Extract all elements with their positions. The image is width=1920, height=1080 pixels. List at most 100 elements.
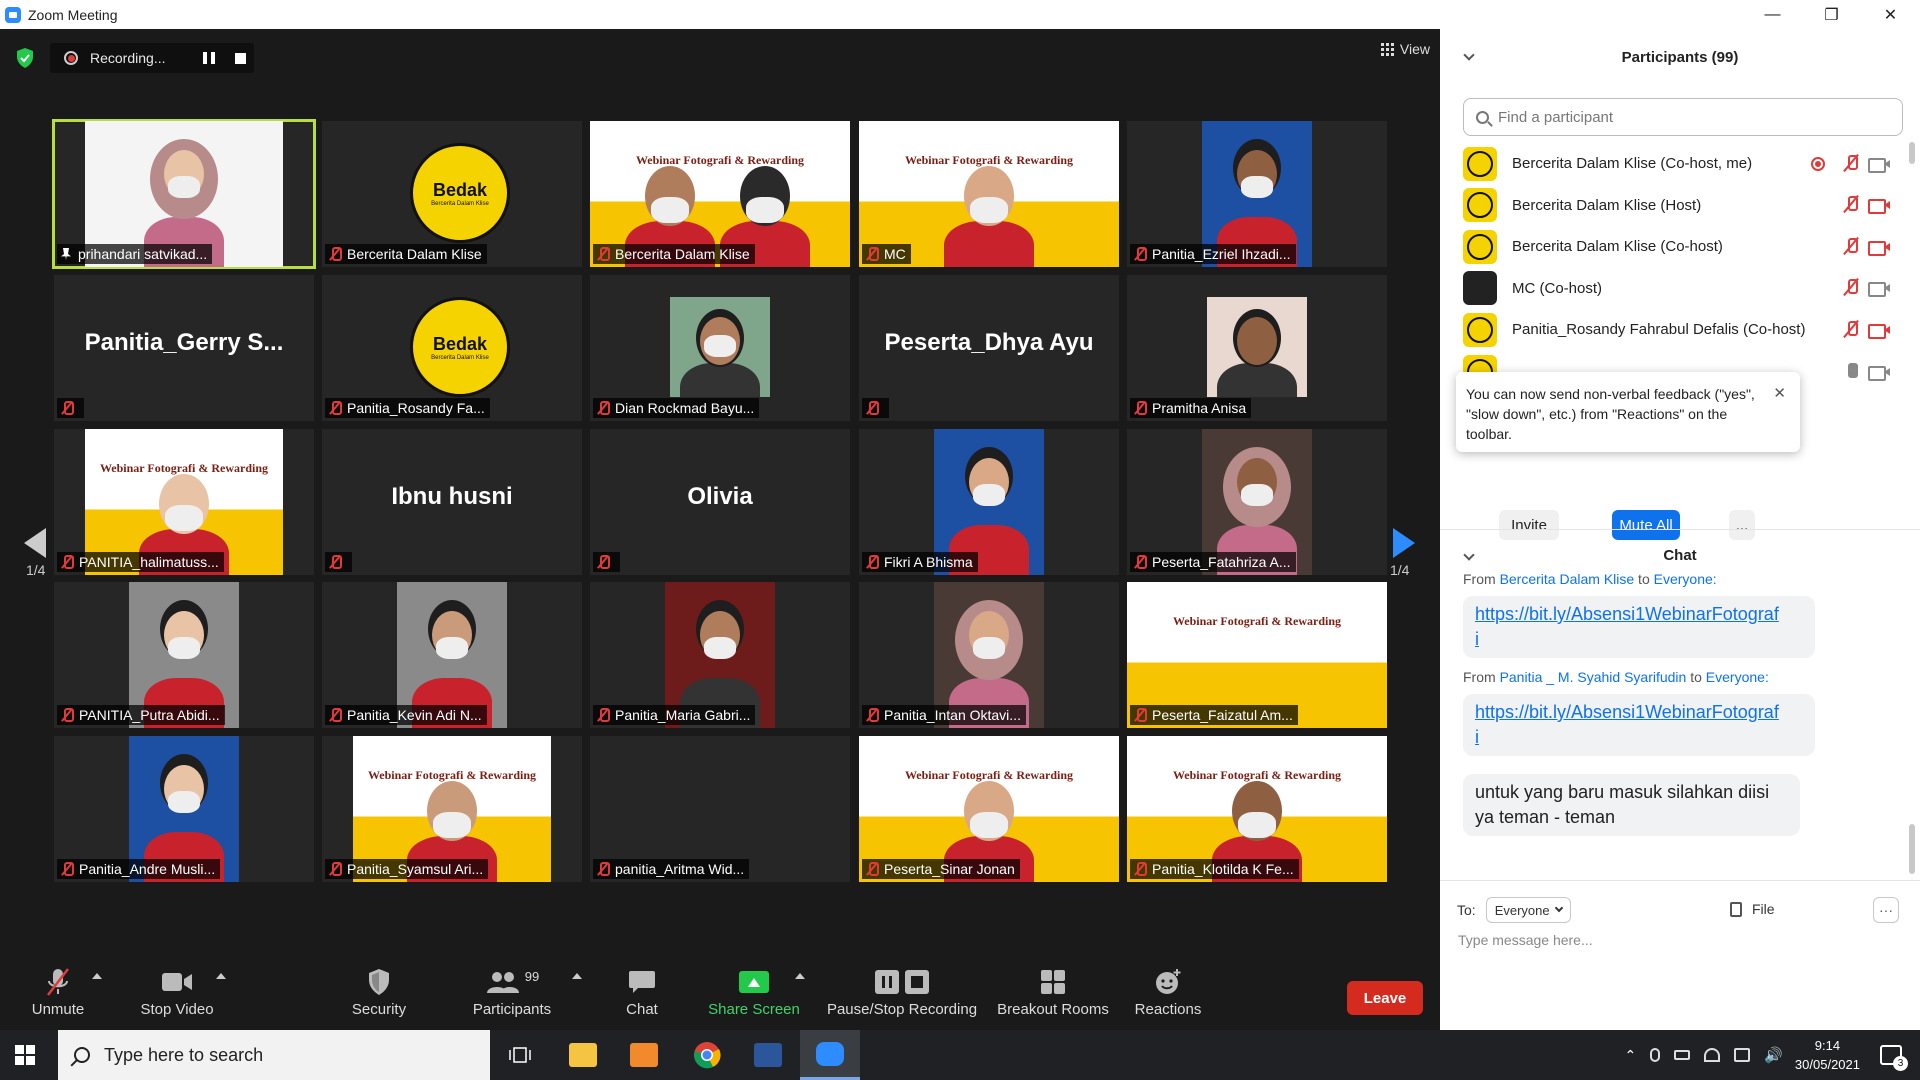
- microphone-tray-icon[interactable]: [1650, 1048, 1661, 1062]
- video-off-icon[interactable]: [1868, 323, 1890, 339]
- leave-button[interactable]: Leave: [1347, 981, 1423, 1015]
- taskbar-clock[interactable]: 9:14 30/05/2021: [1795, 1036, 1860, 1074]
- file-button[interactable]: File: [1730, 901, 1775, 917]
- taskbar-search-box[interactable]: Type here to search: [58, 1030, 490, 1080]
- participant-video-tile[interactable]: Dian Rockmad Bayu...: [590, 275, 850, 421]
- next-page-arrow-icon[interactable]: [1393, 528, 1415, 558]
- video-camera-icon[interactable]: [1868, 157, 1890, 173]
- chat-more-button[interactable]: ···: [1873, 897, 1899, 923]
- invite-button[interactable]: Invite: [1499, 510, 1559, 540]
- volume-icon[interactable]: 🔊: [1764, 1046, 1783, 1064]
- video-off-icon[interactable]: [1868, 198, 1890, 215]
- chat-link[interactable]: https://bit.ly/Absensi1WebinarFotograf i: [1475, 702, 1779, 747]
- participant-video-tile[interactable]: Ibnu husni: [322, 429, 582, 575]
- reactions-button[interactable]: Reactions: [1134, 967, 1202, 1018]
- chat-link[interactable]: https://bit.ly/Absensi1WebinarFotograf i: [1475, 604, 1779, 649]
- participant-video-tile[interactable]: Panitia_Intan Oktavi...: [859, 582, 1119, 728]
- participant-video-tile[interactable]: prihandari satvikad...: [52, 119, 316, 269]
- task-view-icon: [509, 1047, 531, 1063]
- participant-video-tile[interactable]: Olivia: [590, 429, 850, 575]
- participant-avatar: [1463, 188, 1497, 223]
- pause-recording-icon[interactable]: [203, 52, 216, 64]
- participant-video-tile[interactable]: Webinar Fotografi & Rewarding Panitia_Sy…: [322, 736, 582, 882]
- participant-video-tile[interactable]: Webinar Fotografi & Rewarding Bercerita …: [590, 121, 850, 267]
- task-view-button[interactable]: [490, 1030, 550, 1080]
- muted-mic-icon: [866, 862, 879, 876]
- encryption-shield-icon[interactable]: [14, 47, 36, 69]
- participant-video-tile[interactable]: Webinar Fotografi & Rewarding Peserta_Si…: [859, 736, 1119, 882]
- zoom-taskbar-app[interactable]: [800, 1030, 860, 1080]
- tooltip-close-icon[interactable]: ✕: [1773, 384, 1786, 404]
- participant-video-tile[interactable]: Panitia_Maria Gabri...: [590, 582, 850, 728]
- recipient-select[interactable]: Everyone: [1485, 897, 1571, 923]
- video-off-icon[interactable]: [1868, 240, 1890, 256]
- microphone-icon[interactable]: [1844, 362, 1858, 382]
- muted-microphone-icon[interactable]: [1844, 320, 1858, 340]
- muted-microphone-icon[interactable]: [1844, 195, 1858, 215]
- participant-video-tile[interactable]: Peserta_Fatahriza A...: [1127, 429, 1387, 575]
- participant-video-tile[interactable]: Panitia_Gerry S...: [54, 275, 314, 421]
- muted-mic-icon: [329, 708, 342, 722]
- muted-microphone-icon[interactable]: [1844, 278, 1858, 298]
- stop-video-button[interactable]: Stop Video: [133, 967, 221, 1018]
- participant-video-tile[interactable]: Panitia_Ezriel Ihzadi...: [1127, 121, 1387, 267]
- participant-video-tile[interactable]: Panitia_Andre Musli...: [54, 736, 314, 882]
- participant-video-tile[interactable]: Webinar Fotografi & Rewarding Peserta_Fai…: [1127, 582, 1387, 728]
- pause-stop-recording-button[interactable]: Pause/Stop Recording: [826, 967, 978, 1018]
- view-button[interactable]: View: [1380, 41, 1430, 57]
- stop-recording-icon[interactable]: [235, 52, 247, 64]
- file-explorer-taskbar-app[interactable]: [553, 1030, 613, 1080]
- unmute-button[interactable]: Unmute: [24, 967, 92, 1018]
- minimize-button[interactable]: —: [1743, 0, 1802, 29]
- participant-video-tile[interactable]: Fikri A Bhisma: [859, 429, 1119, 575]
- video-camera-icon[interactable]: [1868, 281, 1890, 298]
- chat-scrollbar[interactable]: [1909, 824, 1915, 874]
- muted-microphone-icon[interactable]: [1844, 237, 1858, 257]
- mute-all-button[interactable]: Mute All: [1612, 510, 1680, 540]
- chat-message-input[interactable]: Type message here...: [1458, 932, 1593, 948]
- participant-video-tile[interactable]: Bedak Bercerita Dalam Klise Bercerita Dala…: [322, 121, 582, 267]
- audio-options-caret-icon[interactable]: [92, 973, 102, 979]
- chat-button[interactable]: Chat: [620, 967, 664, 1018]
- participant-video-tile[interactable]: panitia_Aritma Wid...: [590, 736, 850, 882]
- breakout-rooms-button[interactable]: Breakout Rooms: [996, 967, 1110, 1018]
- video-options-caret-icon[interactable]: [216, 973, 226, 979]
- paint-app-taskbar-app[interactable]: [614, 1030, 674, 1080]
- sender-name[interactable]: Panitia _ M. Syahid Syarifudin: [1500, 669, 1687, 685]
- share-options-caret-icon[interactable]: [795, 973, 805, 979]
- restore-button[interactable]: ❐: [1802, 0, 1861, 29]
- muted-mic-icon: [597, 247, 610, 261]
- share-screen-label: Share Screen: [708, 1001, 800, 1018]
- participant-video-tile[interactable]: Pramitha Anisa: [1127, 275, 1387, 421]
- participant-name: Panitia_Ezriel Ihzadi...: [1152, 246, 1291, 262]
- participants-more-button[interactable]: ...: [1729, 510, 1755, 540]
- find-participant-input[interactable]: Find a participant: [1463, 98, 1903, 136]
- participant-video-tile[interactable]: PANITIA_Putra Abidi...: [54, 582, 314, 728]
- participant-video-tile[interactable]: Panitia_Kevin Adi N...: [322, 582, 582, 728]
- security-button[interactable]: Security: [348, 967, 410, 1018]
- muted-microphone-icon[interactable]: [1844, 154, 1858, 174]
- participants-button[interactable]: 99 Participants: [468, 967, 556, 1019]
- display-icon[interactable]: [1734, 1048, 1751, 1062]
- previous-page-arrow-icon[interactable]: [24, 528, 46, 558]
- participant-video-tile[interactable]: Peserta_Dhya Ayu: [859, 275, 1119, 421]
- zoom-window: Zoom Meeting — ❐ ✕ Recording... View pri…: [0, 0, 1920, 1030]
- participant-video-tile[interactable]: Webinar Fotografi & Rewarding Panitia_Kl…: [1127, 736, 1387, 882]
- chrome-taskbar-app[interactable]: [677, 1030, 737, 1080]
- participants-scrollbar[interactable]: [1909, 142, 1915, 164]
- wifi-icon[interactable]: [1704, 1048, 1721, 1062]
- video-camera-icon[interactable]: [1868, 365, 1890, 381]
- close-window-button[interactable]: ✕: [1861, 0, 1920, 29]
- share-screen-button[interactable]: Share Screen: [707, 967, 801, 1018]
- battery-icon[interactable]: [1674, 1050, 1691, 1060]
- start-button[interactable]: [0, 1030, 50, 1080]
- participants-count: 99: [524, 968, 540, 984]
- participant-video-tile[interactable]: Webinar Fotografi & Rewarding PANITIA_ha…: [54, 429, 314, 575]
- notification-center-icon[interactable]: 3: [1880, 1045, 1908, 1071]
- sender-name[interactable]: Bercerita Dalam Klise: [1500, 574, 1635, 587]
- participants-options-caret-icon[interactable]: [572, 973, 582, 979]
- tray-overflow-chevron-icon[interactable]: ⌃: [1625, 1047, 1637, 1064]
- word-taskbar-app[interactable]: [738, 1030, 798, 1080]
- participant-video-tile[interactable]: Webinar Fotografi & Rewarding MC: [859, 121, 1119, 267]
- participant-video-tile[interactable]: Bedak Bercerita Dalam Klise Panitia_Rosand…: [322, 275, 582, 421]
